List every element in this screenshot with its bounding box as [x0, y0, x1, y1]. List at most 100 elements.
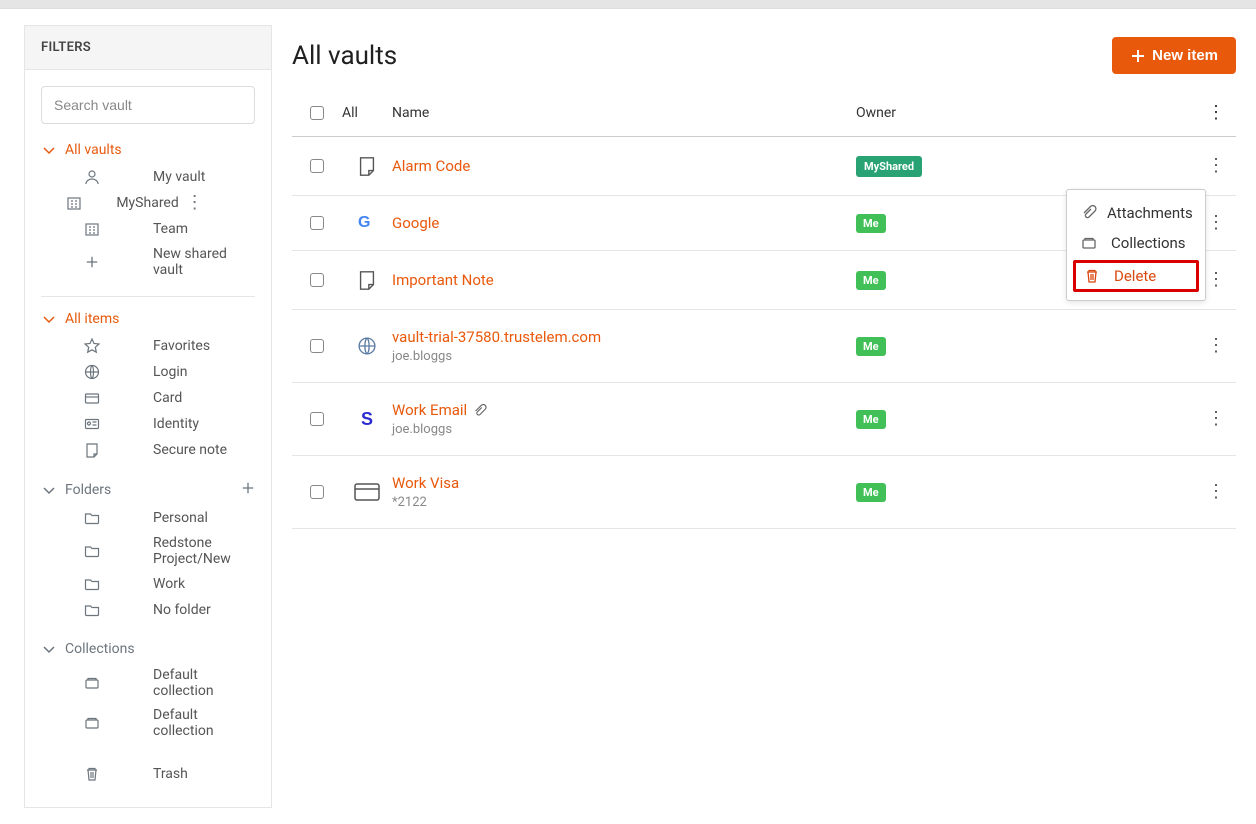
row-menu-button[interactable]: ⋮: [1207, 157, 1225, 175]
person-icon: [41, 168, 143, 186]
all-items-label: All items: [65, 311, 119, 327]
plus-icon: [41, 253, 143, 271]
menu-collections[interactable]: Collections: [1071, 228, 1201, 258]
trash-label: Trash: [153, 766, 255, 782]
menu-attachments[interactable]: Attachments: [1071, 198, 1201, 228]
card-icon: [354, 483, 380, 501]
row-checkbox[interactable]: [310, 485, 324, 499]
owner-badge: Me: [856, 337, 886, 356]
row-checkbox[interactable]: [310, 216, 324, 230]
folder-icon: [41, 509, 143, 527]
folders-toggle[interactable]: Folders: [41, 481, 255, 499]
folder-icon: [41, 601, 143, 619]
collection-default-1[interactable]: Default collection: [41, 663, 255, 703]
note-icon: [356, 155, 378, 177]
row-checkbox[interactable]: [310, 273, 324, 287]
search-input[interactable]: [41, 86, 255, 124]
vault-myshared-menu[interactable]: ⋮: [182, 194, 255, 212]
filter-card-label: Card: [153, 390, 255, 406]
folder-personal[interactable]: Personal: [41, 505, 255, 531]
collection-default-1-label: Default collection: [153, 667, 255, 699]
globe-icon: [358, 337, 376, 355]
item-name-link[interactable]: vault-trial-37580.trustelem.com: [392, 328, 601, 346]
vault-my-vault[interactable]: My vault: [41, 164, 255, 190]
item-type-icon: [342, 155, 392, 177]
collection-default-2[interactable]: Default collection: [41, 703, 255, 743]
all-vaults-toggle[interactable]: All vaults: [41, 142, 255, 158]
chevron-down-icon: [41, 482, 57, 498]
folder-work[interactable]: Work: [41, 571, 255, 597]
row-checkbox[interactable]: [310, 159, 324, 173]
paperclip-icon: [1081, 205, 1097, 221]
folder-icon: [41, 542, 143, 560]
filter-secure-note[interactable]: Secure note: [41, 437, 255, 463]
collections-toggle[interactable]: Collections: [41, 641, 255, 657]
item-type-icon: [342, 337, 392, 355]
add-folder-button[interactable]: [241, 481, 255, 499]
row-menu-button[interactable]: ⋮: [1207, 214, 1225, 232]
row-menu-button[interactable]: ⋮: [1207, 410, 1225, 428]
item-name-link[interactable]: Important Note: [392, 271, 494, 289]
chevron-down-icon: [41, 142, 57, 158]
folder-redstone[interactable]: Redstone Project/New: [41, 531, 255, 571]
owner-badge: Me: [856, 410, 886, 429]
row-checkbox[interactable]: [310, 339, 324, 353]
google-icon: G: [358, 214, 376, 232]
row-menu-button[interactable]: ⋮: [1207, 337, 1225, 355]
app-icon: S: [357, 409, 377, 429]
folder-icon: [41, 575, 143, 593]
menu-delete[interactable]: Delete: [1073, 260, 1199, 292]
identity-icon: [41, 415, 143, 433]
column-owner: Owner: [856, 105, 1196, 121]
filter-secure-note-label: Secure note: [153, 442, 255, 458]
filter-login[interactable]: Login: [41, 359, 255, 385]
collections-label: Collections: [65, 641, 135, 657]
vault-myshared[interactable]: MyShared ⋮: [41, 190, 255, 216]
new-shared-vault[interactable]: New shared vault: [41, 242, 255, 282]
select-all-checkbox[interactable]: [310, 106, 324, 120]
item-type-icon: [342, 269, 392, 291]
collection-icon: [41, 714, 143, 732]
item-subtitle: joe.bloggs: [392, 422, 856, 437]
folder-none[interactable]: No folder: [41, 597, 255, 623]
vault-team[interactable]: Team: [41, 216, 255, 242]
vault-myshared-label: MyShared: [116, 195, 181, 211]
note-icon: [41, 441, 143, 459]
owner-badge: Me: [856, 271, 886, 290]
building-icon: [41, 220, 143, 238]
plus-icon: [1130, 48, 1146, 64]
row-menu-button[interactable]: ⋮: [1207, 483, 1225, 501]
owner-badge: Me: [856, 214, 886, 233]
filter-favorites[interactable]: Favorites: [41, 333, 255, 359]
item-name-link[interactable]: Alarm Code: [392, 157, 470, 175]
row-checkbox[interactable]: [310, 412, 324, 426]
table-row: S Work Email joe.bloggsMe ⋮: [292, 383, 1236, 456]
folder-personal-label: Personal: [153, 510, 255, 526]
item-name-link[interactable]: Google: [392, 214, 439, 232]
item-type-icon: [342, 483, 392, 501]
filter-identity[interactable]: Identity: [41, 411, 255, 437]
filter-login-label: Login: [153, 364, 255, 380]
item-name-link[interactable]: Work Visa: [392, 474, 459, 492]
folder-work-label: Work: [153, 576, 255, 592]
item-name-link[interactable]: Work Email: [392, 401, 467, 419]
row-menu-button[interactable]: ⋮: [1207, 271, 1225, 289]
owner-badge: Me: [856, 483, 886, 502]
filter-card[interactable]: Card: [41, 385, 255, 411]
table-header: All Name Owner ⋮: [292, 94, 1236, 137]
chevron-down-icon: [41, 641, 57, 657]
table-row: Work Visa*2122Me⋮: [292, 456, 1236, 529]
collection-icon: [1081, 235, 1101, 251]
new-item-button[interactable]: New item: [1112, 37, 1236, 74]
page-title: All vaults: [292, 41, 397, 71]
column-name: Name: [392, 105, 856, 121]
all-items-toggle[interactable]: All items: [41, 311, 255, 327]
chevron-down-icon: [41, 311, 57, 327]
trash[interactable]: Trash: [41, 761, 255, 787]
column-all: All: [342, 105, 392, 121]
new-shared-vault-label: New shared vault: [153, 246, 255, 278]
all-vaults-label: All vaults: [65, 142, 122, 158]
header-menu[interactable]: ⋮: [1207, 104, 1225, 122]
card-icon: [41, 389, 143, 407]
paperclip-icon: [473, 404, 487, 418]
